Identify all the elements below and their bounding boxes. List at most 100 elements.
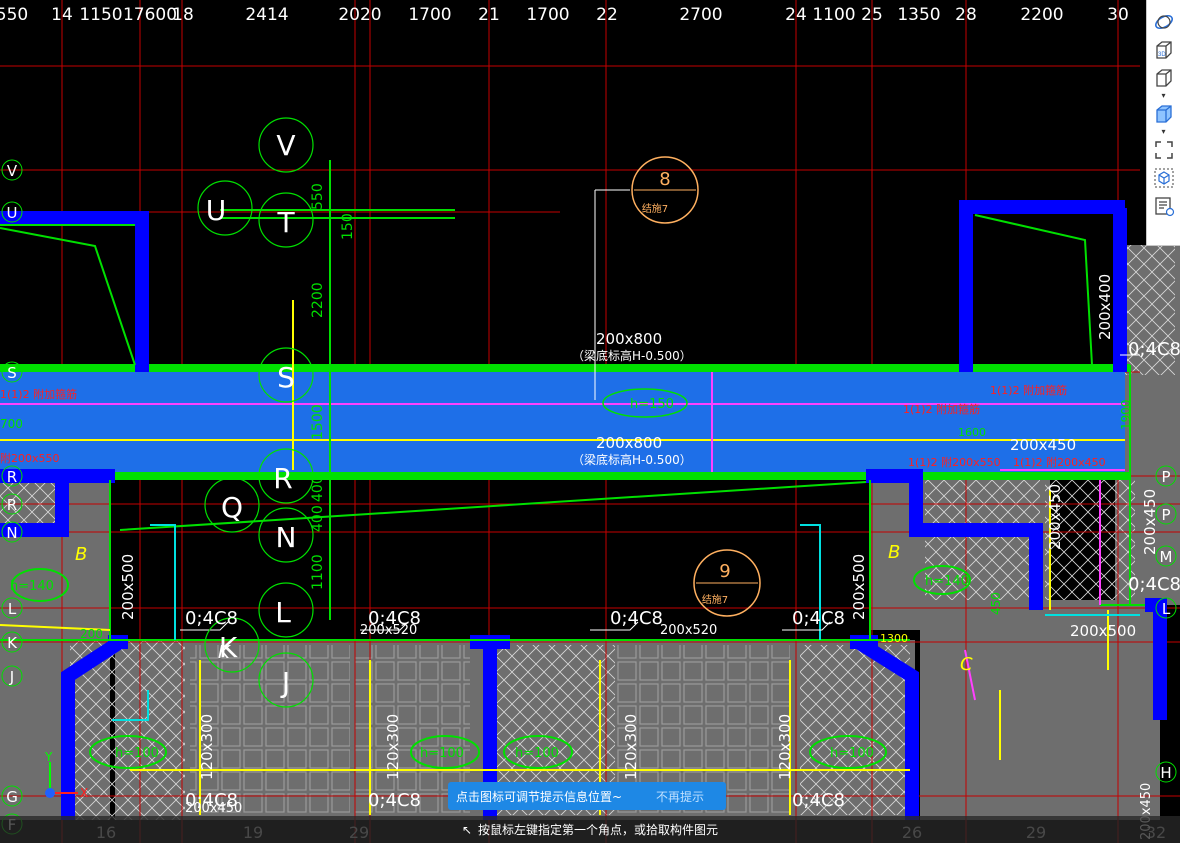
beam-label: 200x800 — [596, 434, 662, 452]
beam-label: 120x300 — [384, 714, 402, 780]
box-wireframe-icon — [1155, 69, 1172, 87]
beam-label: 200x500 — [119, 554, 137, 620]
slab-label: h=100 — [115, 746, 159, 761]
top-axis-label: 28 — [955, 5, 977, 25]
dont-show-again-link[interactable]: 不再提示 — [646, 788, 704, 805]
rebar-label: 0;4C8 — [610, 608, 663, 629]
rebar-label: 0;4C8 — [1128, 339, 1180, 360]
command-prompt-text: 按鼠标左键指定第一个角点，或拾取构件图元 — [478, 823, 719, 837]
slab-label: h=100 — [515, 746, 559, 761]
left-axis-label: N — [6, 524, 17, 542]
top-axis-label: 1100 — [812, 5, 855, 25]
beam-label: 1300 — [880, 632, 908, 645]
fullscreen-button[interactable] — [1150, 136, 1178, 164]
3d-view-button[interactable]: 3D — [1150, 36, 1178, 64]
shaded-view-button[interactable] — [1150, 100, 1178, 128]
top-axis-label: 1700 — [408, 5, 451, 25]
detail-mark-number: 8 — [659, 169, 670, 190]
top-axis-label: 24 — [785, 5, 807, 25]
3d-label: 3D — [1158, 52, 1166, 58]
dimension: 1100 — [310, 554, 326, 590]
fullscreen-icon — [1154, 141, 1173, 159]
red-note: 附200x550 — [0, 451, 60, 465]
top-axis-label: 25 — [861, 5, 883, 25]
bubble-label: U — [206, 194, 227, 227]
top-axis-label: 17600 — [123, 5, 177, 25]
beam-label: 120x300 — [776, 714, 794, 780]
red-note: 1(1)2 附200x450 — [1013, 455, 1106, 469]
bubble-label: S — [277, 361, 295, 394]
dimension: 450 — [989, 592, 1003, 615]
red-note: 1(1)2 附加箍筋 — [0, 387, 77, 401]
cad-app: V U T S R Q N L K J 8 结施7 9 结施7 550 14 1… — [0, 0, 1180, 843]
dimension: 1900 — [1119, 399, 1133, 430]
bubble-label: V — [276, 129, 295, 162]
rebar-label: 0;4C8 — [368, 790, 421, 811]
top-axis-label: 21 — [478, 5, 500, 25]
right-axis-label: L — [1162, 600, 1171, 618]
detail-mark-number: 9 — [719, 561, 730, 582]
top-axis-label: 550 — [0, 5, 28, 25]
bubble-label: J — [280, 666, 290, 699]
ucs-x-label: X — [80, 786, 88, 800]
red-note: 1(1)2 附加箍筋 — [903, 402, 980, 416]
bubble-label: N — [276, 521, 297, 554]
rebar-label: 0;4C8 — [792, 608, 845, 629]
wireframe-view-button[interactable] — [1150, 64, 1178, 92]
top-axis-label: 14 — [51, 5, 73, 25]
slab-label: h=140 — [10, 579, 54, 594]
beam-label: 120x300 — [198, 714, 216, 780]
dimension: 400 — [310, 505, 326, 532]
beam-label: 200x800 — [596, 330, 662, 348]
zone-label: B — [75, 544, 87, 565]
beam-label: 200x450 — [1046, 484, 1064, 550]
wireframe-dropdown-caret[interactable]: ▾ — [1150, 92, 1178, 100]
box-shaded-icon — [1155, 105, 1172, 123]
right-axis-label: P — [1161, 506, 1170, 524]
beam-label: 200x500 — [850, 554, 868, 620]
zone-label: B — [888, 542, 900, 563]
left-axis-label: R — [7, 468, 17, 486]
cad-canvas[interactable]: V U T S R Q N L K J 8 结施7 9 结施7 550 14 1… — [0, 0, 1180, 843]
beam-label: 200x400 — [1096, 274, 1114, 340]
dimension: 1500 — [310, 404, 326, 440]
beam-label: 200x450 — [1141, 489, 1159, 555]
dimension: 150 — [340, 213, 356, 240]
left-axis-label: R — [7, 496, 17, 514]
left-axis-label: K — [7, 634, 18, 652]
dimension: 2200 — [310, 282, 326, 318]
hint-text: 点击图标可调节提示信息位置~ — [456, 789, 623, 804]
top-axis-label: 2020 — [338, 5, 381, 25]
rebar-label: 0;4C8 — [368, 608, 421, 629]
shaded-dropdown-caret[interactable]: ▾ — [1150, 128, 1178, 136]
orbit-icon — [1154, 14, 1173, 30]
cube-select-button[interactable] — [1150, 164, 1178, 192]
right-axis-label: P — [1161, 468, 1170, 486]
bubble-label: R — [273, 462, 292, 495]
top-axis-label: 1150 — [79, 5, 122, 25]
zone-label: K — [218, 642, 231, 663]
detail-mark-sub: 结施7 — [642, 202, 668, 215]
properties-button[interactable] — [1150, 192, 1178, 220]
dimension: 400 — [310, 475, 326, 502]
orbit-button[interactable] — [1150, 8, 1178, 36]
top-axis-label: 2414 — [245, 5, 288, 25]
slab-label: h=100 — [420, 746, 464, 761]
rebar-label: 0;4C8 — [792, 790, 845, 811]
beam-label: （梁底标高H-0.500） — [572, 348, 692, 363]
top-axis-label: 1700 — [526, 5, 569, 25]
left-axis-label: G — [6, 788, 18, 806]
right-axis-label: M — [1160, 548, 1173, 566]
rebar-label: 0;4C8 — [185, 790, 238, 811]
left-axis-label: V — [7, 162, 18, 180]
beam-label: 200x520 — [660, 623, 717, 638]
command-prompt-bar: ↖ 按鼠标左键指定第一个角点，或拾取构件图元 — [0, 816, 1180, 843]
left-axis-label: L — [8, 600, 17, 618]
detail-mark-sub: 结施7 — [702, 593, 728, 606]
left-axis-label: J — [9, 668, 14, 686]
hint-tooltip[interactable]: 点击图标可调节提示信息位置~ 不再提示 — [448, 782, 726, 810]
top-axis: 550 14 1150 17600 18 2414 2020 1700 21 1… — [0, 5, 1129, 25]
dimension: 200 — [80, 627, 103, 641]
top-axis-label: 18 — [172, 5, 194, 25]
slab-label: h=140 — [925, 574, 969, 589]
